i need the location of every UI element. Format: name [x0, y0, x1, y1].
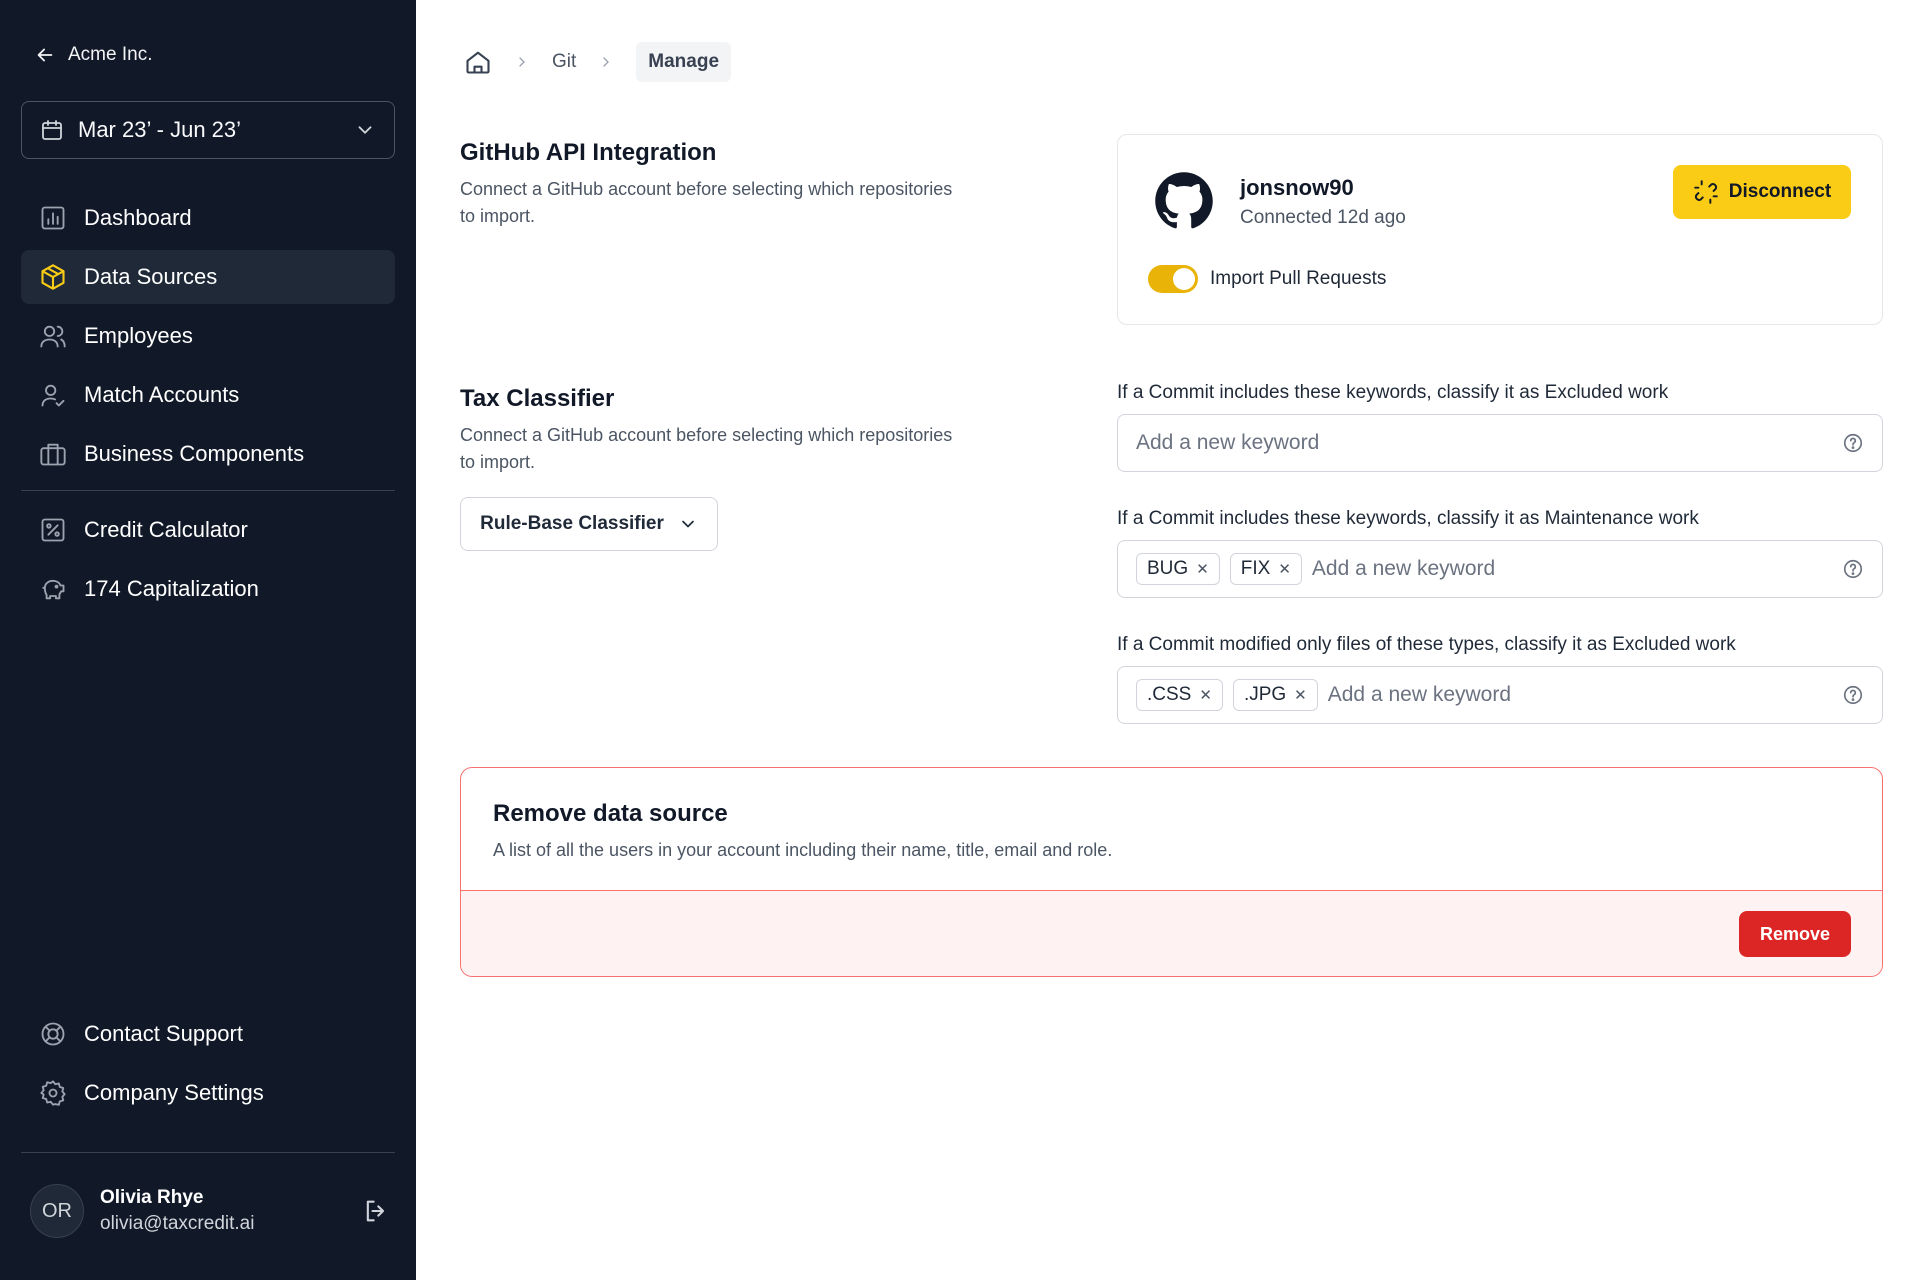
tag-label: FIX: [1240, 558, 1271, 579]
keyword-tag: FIX ✕: [1229, 553, 1302, 585]
keyword-placeholder: Add a new keyword: [1136, 431, 1320, 454]
back-to-org-link[interactable]: Acme Inc.: [34, 44, 152, 66]
maintenance-keywords-input[interactable]: BUG ✕ FIX ✕ Add a new keyword: [1117, 540, 1883, 598]
nav-label: Credit Calculator: [84, 517, 248, 542]
nav-item-credit-calculator[interactable]: Credit Calculator: [21, 503, 395, 557]
briefcase-icon: [40, 443, 66, 466]
help-circle-icon[interactable]: [1842, 432, 1864, 454]
nav-label: Data Sources: [84, 264, 218, 289]
toggle-label: Import Pull Requests: [1210, 268, 1387, 289]
user-check-icon: [41, 384, 65, 407]
remove-tag-icon[interactable]: ✕: [1278, 560, 1291, 578]
keyword-tag: BUG ✕: [1136, 553, 1220, 585]
danger-description: A list of all the users in your account …: [493, 840, 1113, 860]
date-range-value: Mar 23’ - Jun 23’: [78, 117, 242, 142]
nav-label: Dashboard: [84, 205, 192, 230]
nav-item-data-sources[interactable]: Data Sources: [21, 250, 395, 304]
breadcrumb-manage[interactable]: Manage: [636, 42, 732, 82]
excluded-keywords-label: If a Commit includes these keywords, cla…: [1117, 382, 1669, 403]
date-range-picker[interactable]: Mar 23’ - Jun 23’: [21, 101, 395, 159]
nav-item-174-capitalization[interactable]: 174 Capitalization: [21, 562, 395, 616]
tag-label: .CSS: [1147, 684, 1192, 705]
breadcrumb-git[interactable]: Git: [552, 51, 576, 73]
github-username: jonsnow90: [1240, 175, 1354, 200]
footer-divider: [21, 1152, 395, 1153]
chevron-right-icon: [519, 57, 525, 67]
github-connection-status: Connected 12d ago: [1240, 207, 1406, 228]
cube-icon: [41, 264, 65, 290]
classifier-select[interactable]: Rule-Base Classifier: [460, 497, 718, 551]
org-name: Acme Inc.: [68, 44, 153, 65]
nav-item-employees[interactable]: Employees: [21, 309, 395, 363]
nav-label: 174 Capitalization: [84, 576, 259, 601]
users-icon: [40, 325, 66, 348]
nav-item-business-components[interactable]: Business Components: [21, 427, 395, 481]
maintenance-keywords-label: If a Commit includes these keywords, cla…: [1117, 508, 1699, 529]
tax-classifier-description: Connect a GitHub account before selectin…: [460, 425, 953, 472]
nav-divider: [21, 490, 395, 491]
percent-icon: [41, 518, 65, 542]
disconnect-label: Disconnect: [1728, 181, 1832, 202]
nav-item-company-settings[interactable]: Company Settings: [21, 1066, 395, 1120]
chart-icon: [41, 206, 65, 230]
keyword-placeholder: Add a new keyword: [1327, 683, 1512, 706]
arrow-left-icon: [37, 48, 53, 62]
help-circle-icon[interactable]: [1842, 558, 1864, 580]
breadcrumb: Git Manage: [464, 42, 732, 82]
nav-label: Company Settings: [84, 1080, 264, 1105]
nav-label: Contact Support: [84, 1021, 243, 1046]
chevron-right-icon: [603, 57, 610, 67]
logout-icon[interactable]: [362, 1197, 390, 1225]
github-section-title: GitHub API Integration: [460, 139, 717, 166]
file-types-input[interactable]: .CSS ✕ .JPG ✕ Add a new keyword: [1117, 666, 1883, 724]
keyword-tag: .JPG ✕: [1232, 679, 1318, 711]
nav-item-contact-support[interactable]: Contact Support: [21, 1007, 395, 1061]
github-icon: [1155, 172, 1213, 229]
sidebar: Acme Inc. Mar 23’ - Jun 23’ Dashboard Da…: [0, 0, 416, 1280]
home-icon[interactable]: [464, 48, 492, 76]
remove-data-source-card: Remove data source A list of all the use…: [460, 767, 1883, 977]
footer-nav: Contact Support Company Settings: [21, 1007, 395, 1125]
tax-classifier-title: Tax Classifier: [460, 385, 615, 412]
import-pull-requests-row: Import Pull Requests: [1148, 265, 1386, 293]
gear-icon: [40, 1080, 66, 1106]
remove-button[interactable]: Remove: [1739, 911, 1851, 957]
remove-tag-icon[interactable]: ✕: [1294, 686, 1307, 704]
remove-tag-icon[interactable]: ✕: [1196, 560, 1209, 578]
danger-footer: Remove: [461, 890, 1882, 976]
danger-title: Remove data source: [493, 800, 728, 827]
avatar[interactable]: OR: [30, 1184, 84, 1238]
primary-nav: Dashboard Data Sources Employees Match A…: [21, 191, 395, 486]
broken-link-icon: [1693, 180, 1718, 204]
file-types-label: If a Commit modified only files of these…: [1117, 634, 1736, 655]
user-name: Olivia Rhye: [100, 1187, 204, 1208]
toggle-knob: [1173, 268, 1195, 290]
lifebuoy-icon: [41, 1022, 65, 1046]
nav-item-dashboard[interactable]: Dashboard: [21, 191, 395, 245]
secondary-nav: Credit Calculator 174 Capitalization: [21, 503, 395, 621]
user-profile: OR Olivia Rhye olivia@taxcredit.ai: [30, 1183, 390, 1239]
github-account-card: jonsnow90 Connected 12d ago Disconnect I…: [1117, 134, 1883, 325]
disconnect-button[interactable]: Disconnect: [1673, 165, 1851, 219]
chevron-down-icon: [682, 520, 694, 528]
chevron-down-icon: [358, 126, 372, 134]
calendar-icon: [42, 120, 62, 140]
nav-label: Business Components: [84, 441, 305, 466]
piggy-bank-icon: [42, 579, 65, 600]
remove-tag-icon[interactable]: ✕: [1199, 686, 1212, 704]
keyword-placeholder: Add a new keyword: [1311, 557, 1496, 580]
nav-label: Match Accounts: [84, 382, 240, 407]
keyword-tag: .CSS ✕: [1136, 679, 1223, 711]
user-email: olivia@taxcredit.ai: [100, 1213, 255, 1234]
tag-label: BUG: [1147, 558, 1189, 579]
excluded-keywords-input[interactable]: Add a new keyword: [1117, 414, 1883, 472]
nav-label: Employees: [84, 323, 193, 348]
nav-item-match-accounts[interactable]: Match Accounts: [21, 368, 395, 422]
help-circle-icon[interactable]: [1842, 684, 1864, 706]
classifier-select-value: Rule-Base Classifier: [480, 513, 664, 534]
github-section-description: Connect a GitHub account before selectin…: [460, 179, 953, 226]
tag-label: .JPG: [1243, 684, 1287, 705]
import-pull-requests-toggle[interactable]: [1148, 265, 1198, 293]
